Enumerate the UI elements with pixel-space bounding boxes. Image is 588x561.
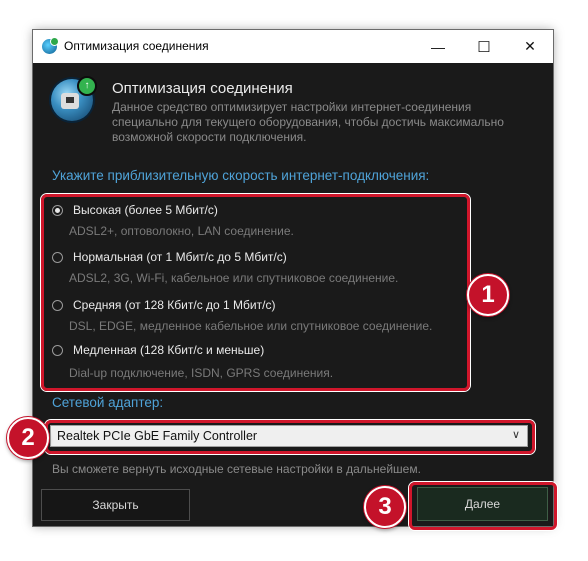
speed-option-description: Dial-up подключение, ISDN, GPRS соединен… (69, 366, 334, 380)
radio-high[interactable] (52, 204, 63, 216)
maximize-button[interactable]: ☐ (461, 30, 507, 63)
adapter-selected-value: Realtek PCIe GbE Family Controller (57, 429, 258, 443)
annotation-badge-1: 1 (467, 274, 509, 316)
speed-option-medium[interactable]: Средняя (от 128 Кбит/с до 1 Мбит/с) (52, 298, 275, 312)
radio-slow[interactable] (52, 344, 63, 356)
adapter-section-label: Сетевой адаптер: (52, 395, 164, 410)
speed-option-high[interactable]: Высокая (более 5 Мбит/с) (52, 203, 218, 217)
close-button[interactable]: Закрыть (41, 489, 190, 521)
title-bar: Оптимизация соединения — ☐ ✕ (33, 30, 553, 63)
radio-normal[interactable] (52, 251, 63, 263)
header-title: Оптимизация соединения (112, 80, 293, 97)
header-description: Данное средство оптимизирует настройки и… (112, 100, 504, 144)
minimize-button[interactable]: — (415, 30, 461, 63)
speed-option-normal[interactable]: Нормальная (от 1 Мбит/с до 5 Мбит/с) (52, 250, 287, 264)
next-button[interactable]: Далее (417, 487, 548, 521)
chevron-down-icon[interactable]: ∨ (512, 428, 520, 441)
annotation-badge-2: 2 (7, 417, 49, 459)
close-window-button[interactable]: ✕ (507, 30, 553, 63)
radio-medium[interactable] (52, 299, 63, 311)
upload-arrow-icon: ↑ (77, 76, 97, 96)
restore-note: Вы сможете вернуть исходные сетевые наст… (52, 462, 421, 476)
speed-option-slow[interactable]: Медленная (128 Кбит/с и меньше) (52, 343, 264, 357)
speed-option-label: Высокая (более 5 Мбит/с) (73, 203, 218, 217)
window-title: Оптимизация соединения (64, 39, 209, 53)
speed-option-label: Медленная (128 Кбит/с и меньше) (73, 343, 265, 357)
app-icon (42, 37, 59, 54)
speed-option-description: ADSL2+, оптоволокно, LAN соединение. (69, 224, 294, 238)
speed-option-description: DSL, EDGE, медленное кабельное или спутн… (69, 319, 433, 333)
annotation-badge-3: 3 (364, 486, 406, 528)
speed-option-description: ADSL2, 3G, Wi-Fi, кабельное или спутнико… (69, 271, 399, 285)
speed-option-label: Средняя (от 128 Кбит/с до 1 Мбит/с) (73, 298, 276, 312)
speed-option-label: Нормальная (от 1 Мбит/с до 5 Мбит/с) (73, 250, 287, 264)
network-adapter-select[interactable]: Realtek PCIe GbE Family Controller ∨ (50, 425, 528, 447)
network-globe-icon: ↑ (51, 76, 97, 121)
ethernet-socket-icon (61, 93, 79, 109)
speed-section-label: Укажите приблизительную скорость интерне… (52, 168, 430, 183)
